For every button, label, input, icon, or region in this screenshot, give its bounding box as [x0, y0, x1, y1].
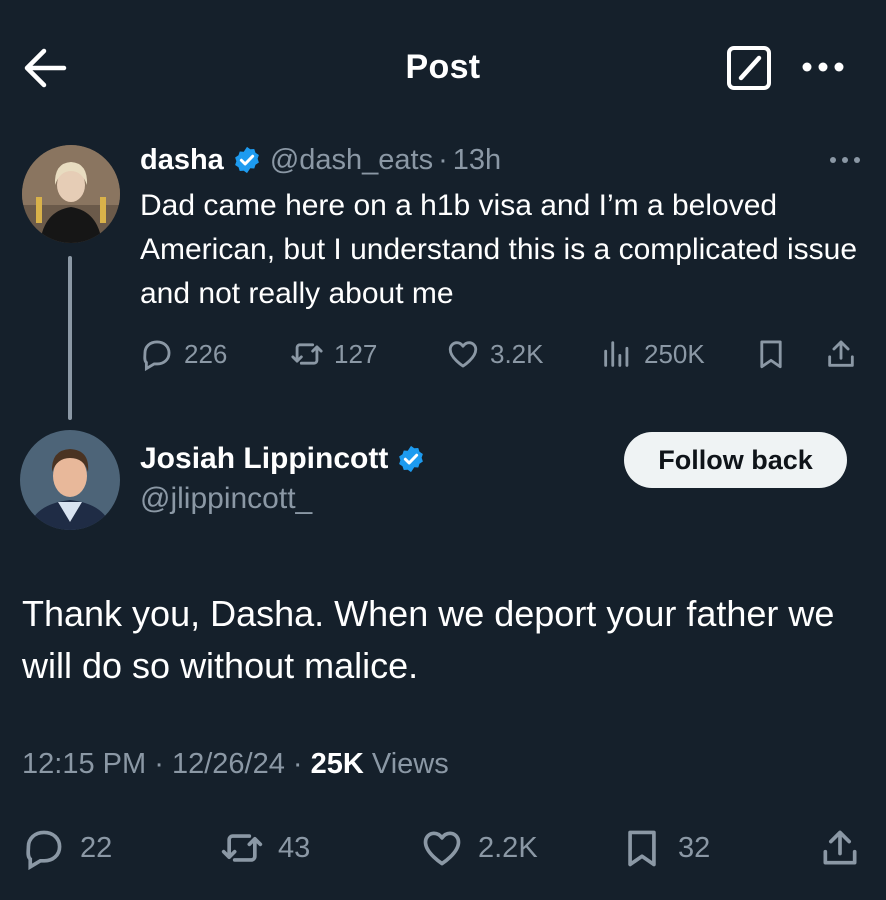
follow-back-button[interactable]: Follow back — [624, 432, 847, 488]
reply-button[interactable]: 226 — [140, 334, 227, 374]
compose-icon — [727, 46, 771, 90]
bookmark-count: 32 — [678, 831, 711, 864]
thread-line — [68, 256, 72, 420]
heart-icon — [448, 341, 478, 368]
tweet-text: Dad came here on a h1b visa and I’m a be… — [140, 189, 858, 310]
repost-button[interactable]: 43 — [220, 826, 310, 870]
like-count: 3.2K — [490, 338, 544, 369]
more-icon — [830, 157, 860, 163]
like-button[interactable]: 2.2K — [420, 826, 538, 870]
reply-button[interactable]: 22 — [22, 826, 112, 870]
share-icon — [828, 340, 854, 367]
repost-count: 43 — [278, 831, 311, 864]
views-count: 250K — [644, 338, 705, 369]
avatar-image — [20, 430, 120, 530]
repost-icon — [291, 343, 323, 365]
tweet-text: Thank you, Dasha. When we deport your fa… — [22, 593, 835, 686]
reply-icon — [143, 340, 171, 371]
tweet-meta: 12:15 PM · 12/26/24 · 25K Views — [22, 748, 449, 781]
views-count: 25K — [310, 748, 364, 780]
tweet-header: dasha @dash_eats · 13h — [140, 140, 501, 180]
more-options-button[interactable] — [800, 52, 846, 82]
analytics-icon — [604, 341, 629, 367]
verified-badge-icon — [399, 445, 424, 473]
repost-button[interactable]: 127 — [290, 334, 377, 374]
display-name[interactable]: dasha — [140, 144, 224, 177]
share-button[interactable] — [818, 826, 876, 870]
post-time[interactable]: 12:15 PM — [22, 748, 146, 780]
like-count: 2.2K — [478, 831, 538, 864]
bookmark-icon — [628, 830, 656, 867]
display-name[interactable]: Josiah Lippincott — [140, 442, 388, 476]
reply-count: 22 — [80, 831, 113, 864]
repost-icon — [221, 834, 263, 862]
heart-icon — [423, 831, 461, 866]
avatar[interactable] — [20, 430, 120, 530]
timestamp[interactable]: 13h — [453, 144, 501, 177]
tweet-more-button[interactable] — [828, 148, 862, 172]
verified-badge-icon — [234, 146, 259, 174]
bookmark-icon — [760, 340, 782, 369]
tweet-header: Josiah Lippincott — [140, 438, 434, 480]
avatar-image — [22, 145, 120, 243]
share-button[interactable] — [824, 334, 868, 374]
reply-count: 226 — [184, 338, 228, 369]
reply-icon — [26, 830, 62, 870]
views-label: Views — [371, 748, 449, 780]
handle[interactable]: @dash_eats — [270, 144, 433, 177]
repost-count: 127 — [334, 338, 378, 369]
separator: · — [154, 748, 164, 780]
separator: · — [438, 143, 448, 176]
bookmark-button[interactable]: 32 — [620, 826, 710, 870]
post-date[interactable]: 12/26/24 — [172, 748, 285, 780]
avatar[interactable] — [22, 145, 120, 243]
like-button[interactable]: 3.2K — [446, 334, 544, 374]
more-icon — [802, 62, 844, 72]
bookmark-button[interactable] — [754, 334, 798, 374]
views-button[interactable]: 250K — [600, 334, 705, 374]
separator: · — [292, 748, 303, 780]
handle[interactable]: @jlippincott_ — [140, 482, 312, 516]
compose-button[interactable] — [726, 45, 772, 91]
share-icon — [823, 830, 857, 865]
